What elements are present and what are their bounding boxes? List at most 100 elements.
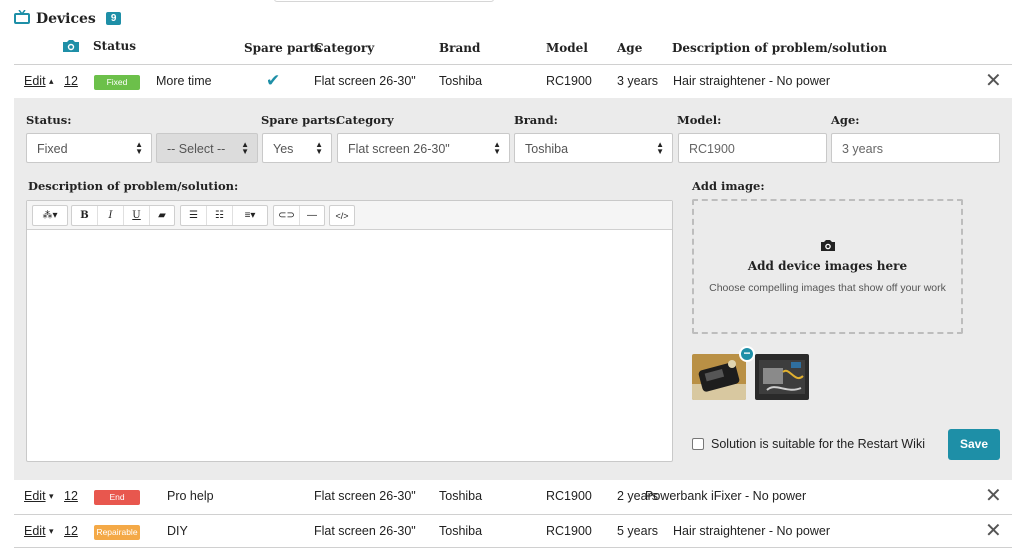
repair-type: More time: [156, 74, 212, 88]
unordered-list-icon[interactable]: ☰: [181, 206, 207, 225]
align-icon[interactable]: ≡▾: [233, 206, 267, 225]
remove-image-icon[interactable]: −: [739, 346, 755, 362]
select-arrows-icon: ▲ ▼: [241, 140, 249, 156]
col-spare-parts: Spare parts: [244, 41, 322, 55]
category-select-value: Flat screen 26-30": [348, 142, 450, 156]
col-brand: Brand: [439, 41, 481, 55]
col-age: Age: [617, 41, 643, 55]
page-title: Devices: [36, 10, 96, 27]
code-view-icon[interactable]: </>: [330, 206, 354, 225]
status-label: Status:: [26, 113, 72, 127]
caret-up-icon[interactable]: ▴: [49, 76, 54, 87]
close-icon[interactable]: ✕: [985, 71, 1002, 91]
spare-parts-select[interactable]: Yes ▲ ▼: [262, 133, 332, 163]
repair-type: DIY: [167, 524, 188, 538]
spare-parts-label: Spare parts:: [261, 113, 340, 127]
camera-icon: [62, 39, 80, 56]
italic-icon[interactable]: I: [98, 206, 124, 225]
device-image-thumbnail[interactable]: [755, 354, 809, 400]
editor-toolbar: ⁂▾ B I U ▰ ☰ ☷ ≡▾ ⊂⊃ — </>: [27, 201, 672, 230]
insert-group: ⊂⊃ —: [273, 205, 325, 226]
age-cell: 5 years: [617, 524, 658, 538]
brand-label: Brand:: [514, 113, 558, 127]
tv-icon: [14, 9, 30, 27]
category-cell: Flat screen 26-30": [314, 489, 416, 503]
repair-select[interactable]: -- Select -- ▲ ▼: [156, 133, 258, 163]
age-input[interactable]: 3 years: [831, 133, 1000, 163]
magic-wand-icon[interactable]: ⁂▾: [33, 206, 67, 225]
caret-down-icon[interactable]: ▾: [49, 526, 54, 537]
category-select[interactable]: Flat screen 26-30" ▲ ▼: [337, 133, 510, 163]
dropzone-title: Add device images here: [747, 259, 908, 273]
category-cell: Flat screen 26-30": [314, 74, 416, 88]
edit-link[interactable]: Edit: [24, 74, 46, 88]
category-label: Category: [336, 113, 394, 127]
device-number-link[interactable]: 12: [64, 489, 78, 503]
model-cell: RC1900: [546, 524, 592, 538]
repair-select-value: -- Select --: [167, 142, 226, 156]
spare-parts-select-value: Yes: [273, 142, 294, 156]
horizontal-rule-icon[interactable]: —: [300, 206, 324, 225]
image-dropzone[interactable]: Add device images here Choose compelling…: [692, 199, 963, 334]
style-group: ⁂▾: [32, 205, 68, 226]
col-status: Status: [93, 39, 137, 53]
restart-wiki-label: Solution is suitable for the Restart Wik…: [711, 437, 925, 451]
description-cell: Hair straightener - No power: [673, 74, 831, 88]
table-row: Edit ▾ 12 Repairable DIY Flat screen 26-…: [14, 514, 1012, 548]
brand-cell: Toshiba: [439, 74, 483, 88]
col-description: Description of problem/solution: [672, 41, 887, 55]
ordered-list-icon[interactable]: ☷: [207, 206, 233, 225]
edit-link[interactable]: Edit: [24, 489, 46, 503]
select-arrows-icon: ▲ ▼: [135, 140, 143, 156]
status-select[interactable]: Fixed ▲ ▼: [26, 133, 152, 163]
repair-type: Pro help: [167, 489, 214, 503]
code-group: </>: [329, 205, 355, 226]
table-row: Edit ▴ 12 Fixed More time ✔ Flat screen …: [14, 64, 1012, 98]
close-icon[interactable]: ✕: [985, 486, 1002, 506]
age-cell: 3 years: [617, 74, 658, 88]
col-model: Model: [546, 41, 588, 55]
brand-select-value: Toshiba: [525, 142, 569, 156]
status-select-value: Fixed: [37, 142, 68, 156]
edit-link[interactable]: Edit: [24, 524, 46, 538]
model-input[interactable]: RC1900: [678, 133, 827, 163]
save-button[interactable]: Save: [948, 429, 1000, 460]
restart-wiki-checkbox[interactable]: [692, 438, 704, 450]
description-label: Description of problem/solution:: [28, 179, 239, 193]
checkmark-icon: ✔: [266, 71, 281, 90]
age-label: Age:: [831, 113, 860, 127]
device-number-link[interactable]: 12: [64, 74, 78, 88]
brand-cell: Toshiba: [439, 489, 483, 503]
description-cell: Powerbank iFixer - No power: [645, 489, 807, 503]
device-number-link[interactable]: 12: [64, 524, 78, 538]
description-editor[interactable]: ⁂▾ B I U ▰ ☰ ☷ ≡▾ ⊂⊃ — </>: [26, 200, 673, 462]
brand-cell: Toshiba: [439, 524, 483, 538]
model-cell: RC1900: [546, 74, 592, 88]
status-badge: Fixed: [94, 75, 140, 90]
caret-down-icon[interactable]: ▾: [49, 491, 54, 502]
select-arrows-icon: ▲ ▼: [656, 140, 664, 156]
add-image-label: Add image:: [692, 179, 765, 193]
select-arrows-icon: ▲ ▼: [493, 140, 501, 156]
select-arrows-icon: ▲ ▼: [315, 140, 323, 156]
description-cell: Hair straightener - No power: [673, 524, 831, 538]
font-group: B I U ▰: [71, 205, 175, 226]
bold-icon[interactable]: B: [72, 206, 98, 225]
status-badge: End: [94, 490, 140, 505]
link-icon[interactable]: ⊂⊃: [274, 206, 300, 225]
device-count-badge: 9: [105, 12, 122, 25]
model-label: Model:: [677, 113, 722, 127]
devices-header: Devices 9: [14, 9, 122, 27]
category-cell: Flat screen 26-30": [314, 524, 416, 538]
paragraph-group: ☰ ☷ ≡▾: [180, 205, 268, 226]
eraser-icon[interactable]: ▰: [150, 206, 174, 225]
top-popup-edge: [274, 0, 494, 2]
camera-icon: [694, 239, 961, 255]
status-badge: Repairable: [94, 525, 140, 540]
underline-icon[interactable]: U: [124, 206, 150, 225]
dropzone-hint: Choose compelling images that show off y…: [709, 282, 946, 294]
brand-select[interactable]: Toshiba ▲ ▼: [514, 133, 673, 163]
close-icon[interactable]: ✕: [985, 521, 1002, 541]
table-row: Edit ▾ 12 End Pro help Flat screen 26-30…: [14, 480, 1012, 514]
device-image-thumbnail[interactable]: [692, 354, 746, 400]
